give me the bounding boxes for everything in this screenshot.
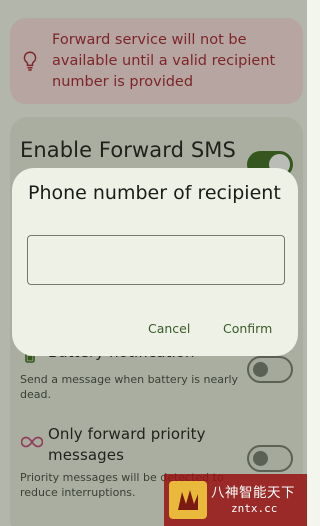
- watermark: 八神智能天下 zntx.cc: [164, 474, 307, 526]
- recipient-dialog: Phone number of recipient Cancel Confirm: [12, 168, 298, 356]
- watermark-url: zntx.cc: [231, 501, 278, 515]
- watermark-chinese-text: 八神智能天下: [211, 484, 295, 501]
- dialog-title: Phone number of recipient: [28, 182, 281, 204]
- phone-number-input[interactable]: [27, 235, 285, 285]
- confirm-button[interactable]: Confirm: [223, 321, 272, 336]
- watermark-logo-icon: [169, 481, 207, 519]
- cancel-button[interactable]: Cancel: [148, 321, 190, 336]
